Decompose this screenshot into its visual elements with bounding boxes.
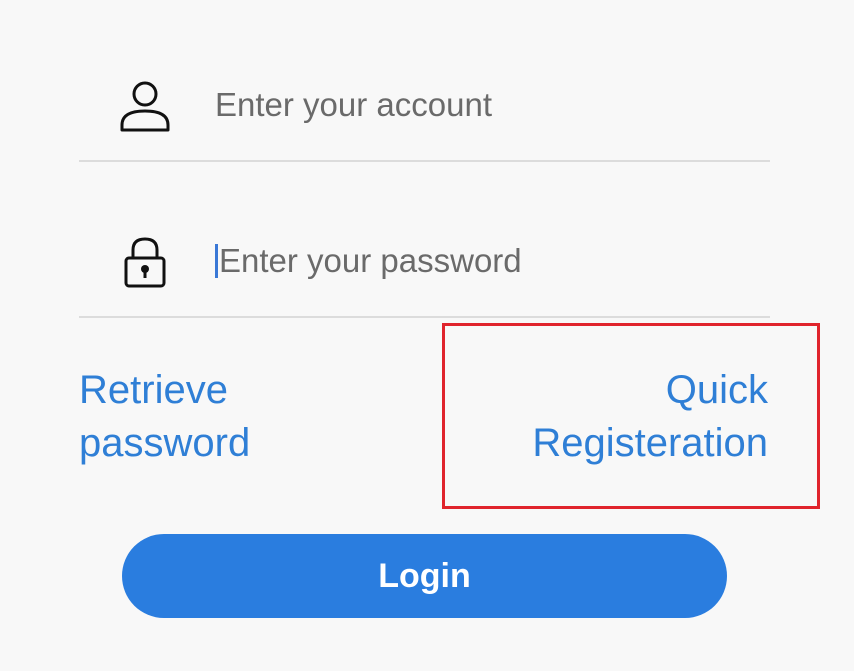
- text-caret: [215, 244, 218, 278]
- retrieve-password-line1: Retrieve: [79, 368, 228, 412]
- user-icon: [119, 80, 171, 132]
- account-input[interactable]: [215, 78, 735, 132]
- password-field-row: [79, 162, 770, 318]
- account-field-row: [79, 6, 770, 162]
- quick-registration-link[interactable]: Quick Registeration: [448, 364, 768, 470]
- retrieve-password-link[interactable]: Retrieve password: [79, 364, 379, 470]
- retrieve-password-line2: password: [79, 421, 251, 465]
- login-button[interactable]: Login: [122, 534, 727, 618]
- lock-icon: [123, 236, 175, 288]
- quick-registration-line1: Quick: [665, 368, 768, 412]
- quick-registration-line2: Registeration: [532, 421, 768, 465]
- password-input[interactable]: [219, 234, 739, 288]
